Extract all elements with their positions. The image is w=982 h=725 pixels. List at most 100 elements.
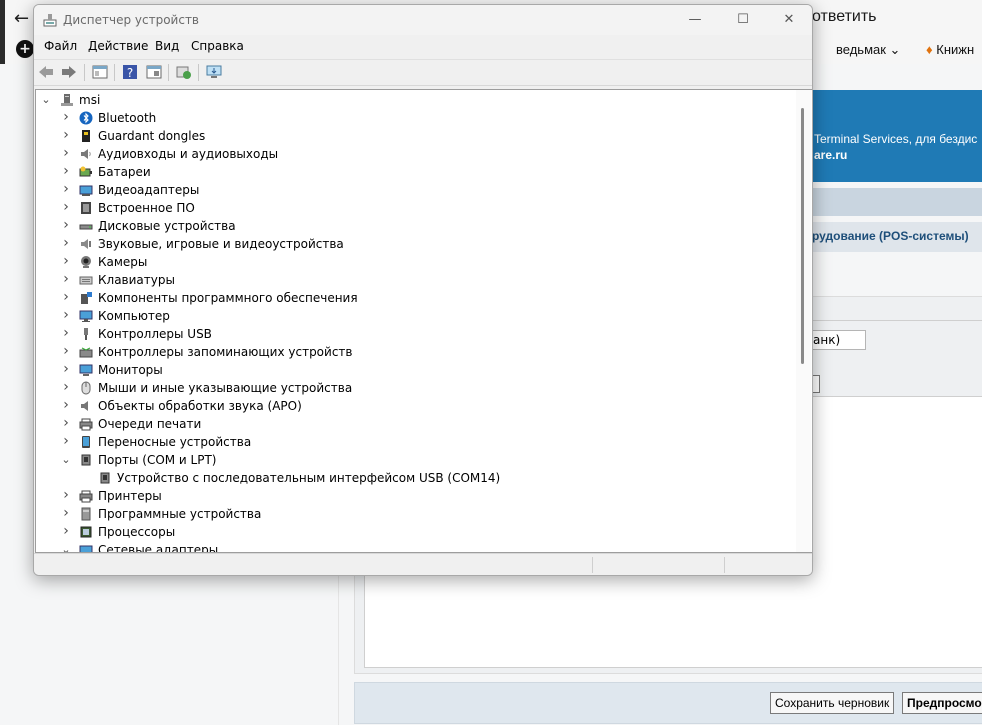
toolbar-separator (114, 64, 115, 81)
show-hidden-icon[interactable] (145, 63, 163, 81)
ad-banner[interactable]: Terminal Services, для бездис are.ru (812, 90, 982, 182)
tree-category[interactable]: › Очереди печати (36, 415, 796, 433)
tree-category[interactable]: › Процессоры (36, 523, 796, 541)
chevron-right-icon[interactable]: › (60, 182, 72, 197)
menu-file[interactable]: Файл (44, 39, 77, 53)
status-separator (724, 557, 725, 573)
display-adapter-icon (79, 185, 93, 196)
books-link[interactable]: ♦ Книжн (926, 42, 974, 57)
computer-icon (79, 310, 93, 322)
tree-category[interactable]: ⌄ Порты (COM и LPT) (36, 451, 796, 469)
tree-category[interactable]: › Мыши и иные указывающие устройства (36, 379, 796, 397)
chevron-right-icon[interactable]: › (60, 164, 72, 179)
title-bar[interactable]: Диспетчер устройств — ☐ ✕ (34, 5, 812, 35)
tree-item-label: Видеоадаптеры (98, 183, 200, 197)
tree-category[interactable]: › Клавиатуры (36, 271, 796, 289)
tree-category[interactable]: › Программные устройства (36, 505, 796, 523)
tree-category[interactable]: › Bluetooth (36, 109, 796, 127)
chevron-right-icon[interactable]: › (60, 398, 72, 413)
tree-category[interactable]: › Звуковые, игровые и видеоустройства (36, 235, 796, 253)
save-draft-button[interactable]: Сохранить черновик (770, 692, 895, 714)
chevron-down-icon[interactable]: ⌄ (60, 453, 72, 467)
chevron-right-icon[interactable]: › (60, 218, 72, 233)
chevron-right-icon[interactable]: › (60, 416, 72, 431)
tree-category[interactable]: › Видеоадаптеры (36, 181, 796, 199)
toolbar: ? (34, 59, 812, 86)
subject-input[interactable]: анк) (812, 330, 866, 350)
chevron-right-icon[interactable]: › (60, 344, 72, 359)
minimize-button[interactable]: — (672, 9, 718, 31)
computer-root-icon (61, 94, 73, 106)
category-strip: рудование (POS-системы) (812, 222, 982, 252)
chevron-down-icon: ⌄ (889, 42, 901, 57)
chevron-right-icon[interactable]: › (60, 272, 72, 287)
add-icon[interactable]: + (16, 40, 34, 58)
chevron-right-icon[interactable]: › (60, 488, 72, 503)
chevron-right-icon[interactable]: › (60, 290, 72, 305)
chevron-right-icon[interactable]: › (60, 362, 72, 377)
menu-action[interactable]: Действие (88, 39, 148, 53)
books-link-label: Книжн (936, 42, 975, 57)
chevron-right-icon[interactable]: › (60, 200, 72, 215)
tree-category[interactable]: › Контроллеры запоминающих устройств (36, 343, 796, 361)
menu-view[interactable]: Вид (155, 39, 179, 53)
help-icon[interactable]: ? (121, 63, 139, 81)
scrollbar-thumb[interactable] (801, 108, 804, 364)
back-arrow-icon[interactable]: ← (14, 8, 29, 29)
port-icon (81, 454, 91, 466)
tree-root[interactable]: ⌄ msi (36, 91, 796, 109)
chevron-down-icon[interactable]: ⌄ (40, 93, 52, 107)
chevron-right-icon[interactable]: › (60, 524, 72, 539)
chevron-right-icon[interactable]: › (60, 146, 72, 161)
storage-controller-icon (79, 347, 93, 358)
banner-line-2: are.ru (814, 148, 848, 162)
tree-category[interactable]: › Компоненты программного обеспечения (36, 289, 796, 307)
chevron-right-icon[interactable]: › (60, 326, 72, 341)
chevron-right-icon[interactable]: › (60, 254, 72, 269)
preview-button[interactable]: Предпросмо (902, 692, 982, 714)
tree-category[interactable]: › Дисковые устройства (36, 217, 796, 235)
tree-category[interactable]: › Объекты обработки звука (APO) (36, 397, 796, 415)
tree-category[interactable]: › Компьютер (36, 307, 796, 325)
svg-text:?: ? (127, 66, 133, 80)
close-button[interactable]: ✕ (766, 9, 812, 31)
chevron-right-icon[interactable]: › (60, 506, 72, 521)
tree-category[interactable]: › Guardant dongles (36, 127, 796, 145)
tree-category[interactable]: › Принтеры (36, 487, 796, 505)
device-manager-window: Диспетчер устройств — ☐ ✕ Файл Действие … (33, 4, 813, 576)
category-link[interactable]: рудование (POS-системы) (812, 229, 969, 243)
tree-category[interactable]: › Камеры (36, 253, 796, 271)
chevron-right-icon[interactable]: › (60, 128, 72, 143)
tree-item-label: msi (79, 93, 101, 107)
tree-category[interactable]: › Аудиовходы и аудиовыходы (36, 145, 796, 163)
tree-category[interactable]: › Встроенное ПО (36, 199, 796, 217)
mouse-icon (81, 381, 91, 395)
tree-category[interactable]: › Контроллеры USB (36, 325, 796, 343)
tree-device[interactable]: Устройство с последовательным интерфейсо… (36, 469, 796, 487)
firmware-icon (81, 202, 91, 214)
chevron-right-icon[interactable]: › (60, 308, 72, 323)
tree-item-label: Звуковые, игровые и видеоустройства (98, 237, 344, 251)
printer-icon (79, 490, 93, 503)
scan-hardware-icon[interactable] (175, 63, 193, 81)
tree-category[interactable]: ⌄ Сетевые адаптеры (36, 541, 796, 552)
tree-category[interactable]: › Мониторы (36, 361, 796, 379)
properties-pane-icon[interactable] (91, 63, 109, 81)
tree-item-label: Bluetooth (98, 111, 157, 125)
chevron-right-icon[interactable]: › (60, 110, 72, 125)
maximize-button[interactable]: ☐ (720, 9, 766, 31)
menu-help[interactable]: Справка (191, 39, 244, 53)
chevron-down-icon[interactable]: ⌄ (60, 543, 72, 552)
user-menu[interactable]: ведьмак ⌄ (836, 42, 900, 58)
chevron-right-icon[interactable]: › (60, 236, 72, 251)
update-driver-icon[interactable] (205, 63, 223, 81)
forward-arrow-icon[interactable] (60, 63, 78, 81)
back-arrow-icon[interactable] (37, 63, 55, 81)
tree-item-label: Батареи (98, 165, 151, 179)
format-button[interactable] (812, 375, 820, 393)
chevron-right-icon[interactable]: › (60, 380, 72, 395)
tree-category[interactable]: › Переносные устройства (36, 433, 796, 451)
vertical-scrollbar[interactable] (796, 90, 811, 552)
chevron-right-icon[interactable]: › (60, 434, 72, 449)
tree-category[interactable]: › Батареи (36, 163, 796, 181)
